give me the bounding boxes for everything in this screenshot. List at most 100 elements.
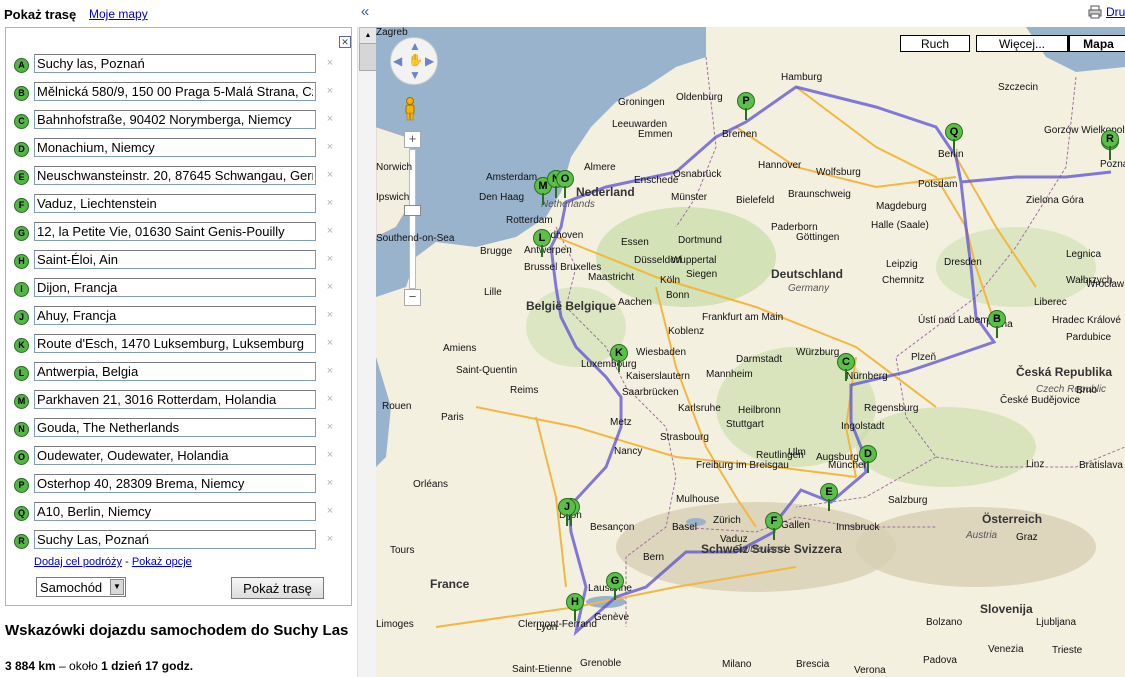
close-panel-icon[interactable]: ✕ — [339, 36, 351, 48]
waypoint-marker-icon[interactable]: O — [14, 450, 29, 465]
waypoint-input[interactable] — [34, 390, 316, 409]
waypoint-row: B× — [6, 81, 351, 105]
map-city-label: Bremen — [722, 129, 758, 140]
waypoint-marker-icon[interactable]: C — [14, 114, 29, 129]
waypoint-marker-icon[interactable]: K — [14, 338, 29, 353]
route-marker-icon[interactable]: P — [737, 92, 755, 120]
show-options-link[interactable]: Pokaż opcje — [132, 556, 192, 568]
remove-waypoint-icon[interactable]: × — [325, 252, 335, 266]
route-marker-icon[interactable]: E — [820, 483, 838, 511]
waypoint-marker-icon[interactable]: Q — [14, 506, 29, 521]
zoom-in-button[interactable]: + — [404, 131, 421, 148]
dropdown-arrow-icon[interactable]: ▼ — [110, 579, 124, 595]
remove-waypoint-icon[interactable]: × — [325, 224, 335, 238]
route-marker-icon[interactable]: L — [533, 229, 551, 257]
waypoint-input[interactable] — [34, 502, 316, 521]
route-marker-icon[interactable]: D — [859, 445, 877, 473]
remove-waypoint-icon[interactable]: × — [325, 56, 335, 70]
route-marker-icon[interactable]: Q — [945, 123, 963, 151]
waypoint-input[interactable] — [34, 166, 316, 185]
travel-mode-select[interactable]: Samochód ▼ — [36, 577, 126, 597]
printer-icon — [1088, 5, 1102, 19]
route-marker-icon[interactable]: K — [610, 344, 628, 372]
remove-waypoint-icon[interactable]: × — [325, 448, 335, 462]
waypoint-input[interactable] — [34, 446, 316, 465]
waypoint-input[interactable] — [34, 194, 316, 213]
route-marker-icon[interactable]: B — [988, 310, 1006, 338]
pan-up-icon[interactable]: ▲ — [409, 39, 421, 53]
waypoint-marker-icon[interactable]: E — [14, 170, 29, 185]
add-destination-link[interactable]: Dodaj cel podróży — [34, 556, 122, 568]
route-marker-icon[interactable]: O — [556, 170, 574, 198]
waypoint-input[interactable] — [34, 278, 316, 297]
pan-control[interactable]: ▲ ◀ ▶ ▼ ✋ — [390, 37, 438, 85]
waypoint-input[interactable] — [34, 82, 316, 101]
waypoint-marker-icon[interactable]: R — [14, 534, 29, 549]
waypoint-input[interactable] — [34, 306, 316, 325]
remove-waypoint-icon[interactable]: × — [325, 308, 335, 322]
zoom-out-button[interactable]: − — [404, 289, 421, 306]
remove-waypoint-icon[interactable]: × — [325, 168, 335, 182]
waypoint-marker-icon[interactable]: F — [14, 198, 29, 213]
waypoint-input[interactable] — [34, 222, 316, 241]
waypoint-marker-icon[interactable]: I — [14, 282, 29, 297]
scrollbar-thumb[interactable] — [359, 43, 377, 71]
waypoint-input[interactable] — [34, 54, 316, 73]
route-marker-icon[interactable]: C — [837, 353, 855, 381]
traffic-layer-button[interactable]: Ruch — [900, 35, 970, 52]
map-canvas[interactable]: Ruch Więcej... Mapa ▲ ◀ ▶ ▼ ✋ + − Hambur… — [376, 27, 1125, 677]
waypoint-marker-icon[interactable]: L — [14, 366, 29, 381]
waypoint-input[interactable] — [34, 474, 316, 493]
waypoint-input[interactable] — [34, 530, 316, 549]
route-marker-icon[interactable]: H — [566, 593, 584, 621]
waypoint-marker-icon[interactable]: M — [14, 394, 29, 409]
route-marker-icon[interactable]: F — [765, 512, 783, 540]
collapse-panel-icon[interactable]: « — [358, 4, 372, 20]
panel-scrollbar[interactable]: ▲ — [357, 27, 377, 677]
show-route-button[interactable]: Pokaż trasę — [231, 577, 324, 599]
remove-waypoint-icon[interactable]: × — [325, 364, 335, 378]
waypoint-input[interactable] — [34, 418, 316, 437]
waypoint-input[interactable] — [34, 250, 316, 269]
remove-waypoint-icon[interactable]: × — [325, 392, 335, 406]
waypoint-input[interactable] — [34, 362, 316, 381]
route-marker-stem — [574, 609, 576, 621]
remove-waypoint-icon[interactable]: × — [325, 84, 335, 98]
waypoint-input[interactable] — [34, 138, 316, 157]
pan-left-icon[interactable]: ◀ — [393, 54, 402, 68]
pan-right-icon[interactable]: ▶ — [425, 54, 434, 68]
map-type-button[interactable]: Mapa — [1068, 35, 1125, 52]
pan-down-icon[interactable]: ▼ — [409, 68, 421, 82]
waypoint-marker-icon[interactable]: P — [14, 478, 29, 493]
remove-waypoint-icon[interactable]: × — [325, 420, 335, 434]
waypoint-input[interactable] — [34, 334, 316, 353]
remove-waypoint-icon[interactable]: × — [325, 504, 335, 518]
waypoint-marker-icon[interactable]: G — [14, 226, 29, 241]
waypoint-marker-icon[interactable]: H — [14, 254, 29, 269]
route-marker-icon[interactable]: J — [558, 498, 576, 526]
waypoint-marker-icon[interactable]: D — [14, 142, 29, 157]
waypoint-marker-icon[interactable]: N — [14, 422, 29, 437]
map-city-label: Ipswich — [376, 192, 410, 203]
remove-waypoint-icon[interactable]: × — [325, 336, 335, 350]
scroll-up-icon[interactable]: ▲ — [359, 27, 377, 44]
remove-waypoint-icon[interactable]: × — [325, 280, 335, 294]
more-layers-button[interactable]: Więcej... — [976, 35, 1068, 52]
waypoint-marker-icon[interactable]: J — [14, 310, 29, 325]
pegman-icon[interactable] — [403, 97, 417, 121]
route-marker-icon[interactable]: G — [606, 572, 624, 600]
waypoint-input[interactable] — [34, 110, 316, 129]
tab-show-route[interactable]: Pokaż trasę — [4, 7, 76, 22]
map-city-label: Frankfurt am Main — [702, 312, 784, 323]
waypoint-marker-icon[interactable]: A — [14, 58, 29, 73]
remove-waypoint-icon[interactable]: × — [325, 112, 335, 126]
remove-waypoint-icon[interactable]: × — [325, 140, 335, 154]
remove-waypoint-icon[interactable]: × — [325, 196, 335, 210]
tab-my-maps[interactable]: Moje mapy — [89, 7, 148, 21]
route-marker-icon[interactable]: R — [1101, 130, 1119, 158]
hand-icon[interactable]: ✋ — [408, 53, 423, 67]
remove-waypoint-icon[interactable]: × — [325, 476, 335, 490]
remove-waypoint-icon[interactable]: × — [325, 532, 335, 546]
zoom-slider-knob[interactable] — [404, 205, 421, 216]
waypoint-marker-icon[interactable]: B — [14, 86, 29, 101]
